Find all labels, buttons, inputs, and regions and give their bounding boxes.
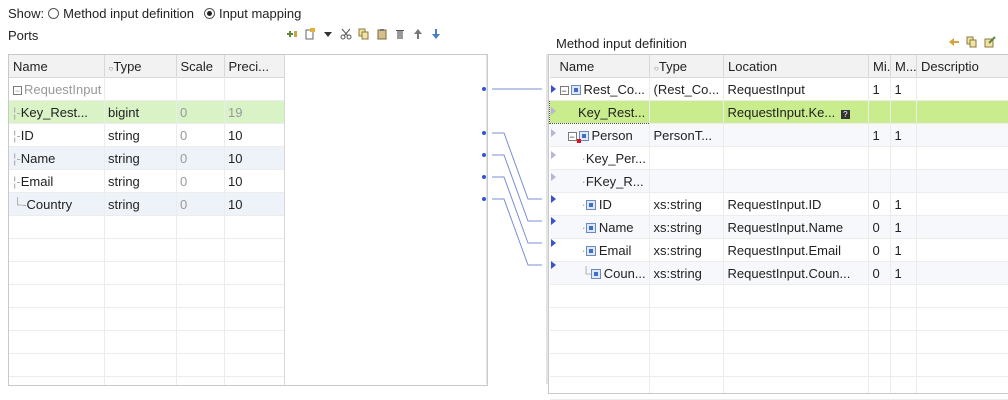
show-label: Show: xyxy=(8,6,44,21)
tree-row[interactable]: └Coun... xs:string RequestInput.Coun... … xyxy=(550,262,1008,285)
tree-row[interactable]: ·FKey_R... xyxy=(550,170,1008,193)
port-type: string xyxy=(104,170,176,193)
table-row[interactable]: ¦-Email string 0 10 xyxy=(9,170,284,193)
collapse-icon[interactable]: − xyxy=(13,86,22,95)
new-port-icon[interactable] xyxy=(304,28,316,40)
column-max-header[interactable]: M... xyxy=(891,55,917,78)
port-name: Country xyxy=(27,197,73,212)
input-mapping-radio[interactable] xyxy=(204,8,215,19)
group-label: RequestInput xyxy=(24,82,101,97)
group-row[interactable]: −RequestInput xyxy=(9,78,284,101)
column-scale-header[interactable]: Scale xyxy=(176,55,224,78)
table-row[interactable]: ¦-Key_Rest... bigint 0 19 xyxy=(9,101,284,124)
target-arrow[interactable] xyxy=(551,195,556,203)
port-name: Name xyxy=(21,151,56,166)
port-scale: 0 xyxy=(176,101,224,124)
tree-row[interactable]: ·Key_Per... xyxy=(550,147,1008,170)
port-name: ID xyxy=(21,128,34,143)
move-up-icon[interactable] xyxy=(412,28,424,40)
connector-dot[interactable] xyxy=(482,131,486,135)
tree-row[interactable]: ·Name xs:string RequestInput.Name 0 1 xyxy=(550,216,1008,239)
move-down-icon[interactable] xyxy=(430,28,442,40)
column-location-header[interactable]: Location xyxy=(724,55,869,78)
tree-row[interactable]: −Person PersonT... 1 1 xyxy=(550,124,1008,147)
cut-icon[interactable] xyxy=(340,28,352,40)
column-name-header[interactable]: Name xyxy=(9,55,104,78)
show-options: Show: Method input definition Input mapp… xyxy=(8,4,301,22)
port-precision: 10 xyxy=(224,147,284,170)
tree-row[interactable]: −Rest_Co... (Rest_Co... RequestInput 1 1 xyxy=(550,78,1008,101)
element-icon xyxy=(571,85,581,95)
ports-table: Name ○Type Scale Preci... −RequestInput … xyxy=(8,54,488,386)
connector-dot[interactable] xyxy=(482,197,486,201)
port-type: bigint xyxy=(104,101,176,124)
element-icon xyxy=(586,246,596,256)
table-row[interactable]: └-Country string 0 10 xyxy=(9,193,284,216)
mapping-lines xyxy=(486,54,548,384)
target-arrow[interactable] xyxy=(551,261,556,269)
target-arrow[interactable] xyxy=(551,85,556,93)
ports-toolbar xyxy=(286,28,442,40)
method-input-definition-radio[interactable] xyxy=(48,8,59,19)
column-min-header[interactable]: Mi... xyxy=(869,55,891,78)
port-scale: 0 xyxy=(176,193,224,216)
target-arrow[interactable] xyxy=(551,151,556,159)
element-icon xyxy=(591,269,601,279)
column-description-header[interactable]: Descriptio xyxy=(917,55,1008,78)
tree-row[interactable]: ·ID xs:string RequestInput.ID 0 1 xyxy=(550,193,1008,216)
port-precision: 10 xyxy=(224,170,284,193)
input-mapping-label[interactable]: Input mapping xyxy=(219,6,301,21)
target-arrow[interactable] xyxy=(551,239,556,247)
method-toolbar xyxy=(948,36,996,48)
tree-row[interactable]: Key_Rest... RequestInput.Ke... ? xyxy=(550,101,1008,124)
port-name: Email xyxy=(21,174,54,189)
map-icon[interactable] xyxy=(948,36,960,48)
method-input-definition-label[interactable]: Method input definition xyxy=(63,6,194,21)
target-arrow[interactable] xyxy=(551,107,556,115)
target-arrow[interactable] xyxy=(551,173,556,181)
port-scale: 0 xyxy=(176,170,224,193)
method-input-definition-title: Method input definition xyxy=(556,36,687,51)
connector-dot[interactable] xyxy=(482,175,486,179)
edit-icon[interactable] xyxy=(984,36,996,48)
delete-icon[interactable] xyxy=(394,28,406,40)
port-type: string xyxy=(104,124,176,147)
target-arrow[interactable] xyxy=(551,217,556,225)
column-type-header[interactable]: ○Type xyxy=(104,55,176,78)
port-scale: 0 xyxy=(176,147,224,170)
connector-dot[interactable] xyxy=(482,153,486,157)
dropdown-arrow-icon[interactable] xyxy=(322,28,334,40)
element-icon xyxy=(586,223,596,233)
column-precision-header[interactable]: Preci... xyxy=(224,55,284,78)
column-name-header[interactable]: Name xyxy=(550,55,650,78)
target-arrow[interactable] xyxy=(551,129,556,137)
collapse-icon[interactable]: − xyxy=(568,132,577,141)
port-precision: 10 xyxy=(224,124,284,147)
key-icon: ? xyxy=(841,110,850,119)
copy-icon[interactable] xyxy=(358,28,370,40)
method-table: Name ○Type Location Mi... M... Descripti… xyxy=(548,54,1008,394)
port-precision: 10 xyxy=(224,193,284,216)
port-name: Key_Rest... xyxy=(21,105,88,120)
port-precision: 19 xyxy=(224,101,284,124)
table-row[interactable]: ¦-Name string 0 10 xyxy=(9,147,284,170)
port-scale: 0 xyxy=(176,124,224,147)
port-type: string xyxy=(104,147,176,170)
element-icon xyxy=(586,200,596,210)
collapse-icon[interactable]: − xyxy=(560,86,569,95)
copy-icon-2[interactable] xyxy=(966,36,978,48)
column-type-header[interactable]: ○Type xyxy=(650,55,724,78)
tree-row[interactable]: ·Email xs:string RequestInput.Email 0 1 xyxy=(550,239,1008,262)
element-icon xyxy=(579,131,589,141)
port-type: string xyxy=(104,193,176,216)
ports-title: Ports xyxy=(8,28,38,43)
add-port-icon[interactable] xyxy=(286,28,298,40)
paste-icon[interactable] xyxy=(376,28,388,40)
table-row[interactable]: ¦-ID string 0 10 xyxy=(9,124,284,147)
connector-dot[interactable] xyxy=(482,87,486,91)
